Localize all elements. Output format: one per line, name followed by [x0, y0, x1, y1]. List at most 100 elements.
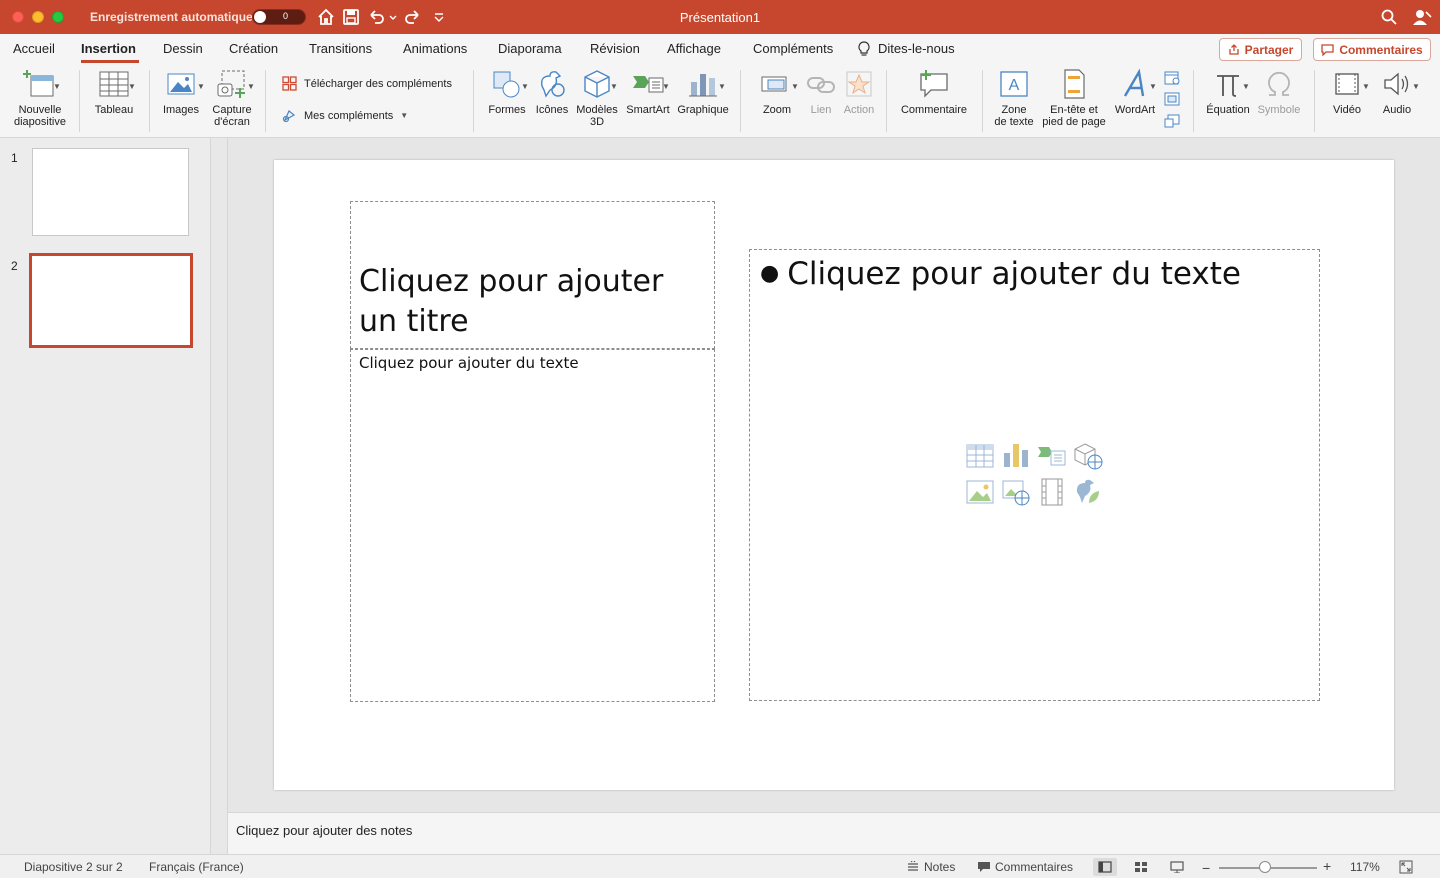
screenshot-button[interactable]: Capture d'écran — [209, 68, 255, 128]
tab-affichage[interactable]: Affichage — [667, 41, 721, 56]
chevron-down-icon[interactable]: ▼ — [718, 82, 726, 91]
status-bar: Diapositive 2 sur 2 Français (France) No… — [0, 854, 1440, 878]
link-button[interactable]: Lien — [804, 68, 838, 116]
tab-insertion[interactable]: Insertion — [81, 41, 136, 56]
account-icon[interactable] — [1411, 8, 1433, 26]
chevron-down-icon[interactable]: ▼ — [662, 82, 670, 91]
new-comment-button[interactable]: Commentaire — [898, 68, 970, 116]
comments-toggle-button[interactable]: Commentaires — [977, 860, 1073, 874]
slide-thumbnail-2[interactable] — [29, 253, 193, 348]
insert-smartart-icon[interactable] — [1037, 441, 1067, 471]
header-footer-label: En-tête et pied de page — [1042, 104, 1106, 128]
chevron-down-icon[interactable]: ▼ — [1412, 82, 1420, 91]
tab-complements[interactable]: Compléments — [753, 41, 833, 56]
symbol-button[interactable]: Symbole — [1254, 68, 1304, 116]
my-addins-button[interactable]: Mes compléments ▼ — [282, 108, 408, 123]
content-insert-icons — [965, 441, 1107, 509]
chevron-down-icon[interactable]: ▼ — [197, 82, 205, 91]
new-slide-button[interactable]: Nouvelle diapositive — [10, 68, 70, 128]
chevron-down-icon[interactable]: ▼ — [610, 82, 618, 91]
close-window-button[interactable] — [12, 11, 24, 23]
panel-splitter[interactable] — [210, 138, 228, 854]
shapes-label: Formes — [488, 104, 526, 116]
tab-diaporama[interactable]: Diaporama — [498, 41, 562, 56]
insert-icons-icon[interactable] — [1073, 477, 1103, 507]
home-icon[interactable] — [317, 8, 335, 26]
zoom-out-button[interactable]: − — [1202, 860, 1210, 876]
chevron-down-icon[interactable]: ▼ — [521, 82, 529, 91]
title-placeholder[interactable]: Cliquez pour ajouter un titre — [350, 201, 715, 349]
chevron-down-icon[interactable]: ▼ — [53, 82, 61, 91]
audio-button[interactable]: Audio — [1376, 68, 1418, 116]
chevron-down-icon[interactable]: ▼ — [1149, 82, 1157, 91]
textbox-icon: A — [1000, 71, 1028, 97]
images-button[interactable]: Images — [158, 68, 204, 116]
share-button[interactable]: Partager — [1219, 38, 1302, 61]
shapes-button[interactable]: Formes — [484, 68, 530, 116]
my-addins-label: Mes compléments — [304, 109, 394, 122]
date-time-icon[interactable] — [1163, 70, 1181, 86]
header-footer-button[interactable]: En-tête et pied de page — [1040, 68, 1108, 128]
chart-button[interactable]: Graphique — [676, 68, 730, 116]
equation-button[interactable]: Équation — [1203, 68, 1253, 116]
tab-dessin[interactable]: Dessin — [163, 41, 203, 56]
insert-video-icon[interactable] — [1037, 477, 1067, 507]
redo-icon[interactable] — [404, 8, 422, 26]
slide-number-icon[interactable] — [1163, 91, 1181, 107]
save-icon[interactable] — [342, 8, 360, 26]
tell-me-search[interactable]: Dites-le-nous — [878, 41, 955, 56]
text-placeholder[interactable]: Cliquez pour ajouter du texte — [350, 349, 715, 702]
chevron-down-icon[interactable]: ▼ — [128, 82, 136, 91]
tab-transitions[interactable]: Transitions — [309, 41, 372, 56]
wordart-icon — [1123, 68, 1145, 97]
language-indicator[interactable]: Français (France) — [149, 860, 244, 874]
table-label: Tableau — [94, 104, 134, 116]
notes-toggle-button[interactable]: Notes — [906, 860, 955, 874]
insert-chart-icon[interactable] — [1001, 441, 1031, 471]
chevron-down-icon[interactable]: ▼ — [1242, 82, 1250, 91]
fit-to-window-icon[interactable] — [1399, 860, 1413, 874]
zoom-button[interactable]: Zoom — [754, 68, 800, 116]
wordart-button[interactable]: WordArt — [1112, 68, 1158, 116]
maximize-window-button[interactable] — [52, 11, 64, 23]
undo-icon[interactable] — [367, 8, 385, 26]
zoom-level[interactable]: 117% — [1350, 860, 1380, 874]
slide-thumbnail-1[interactable] — [32, 148, 189, 236]
comments-button[interactable]: Commentaires — [1313, 38, 1431, 61]
object-icon[interactable] — [1163, 113, 1181, 129]
icons-button[interactable]: Icônes — [532, 68, 572, 116]
undo-dropdown-icon[interactable] — [388, 8, 398, 26]
table-button[interactable]: Tableau — [88, 68, 140, 116]
ribbon-separator — [149, 70, 150, 132]
chevron-down-icon[interactable]: ▼ — [247, 82, 255, 91]
insert-picture-icon[interactable] — [965, 477, 995, 507]
chevron-down-icon[interactable]: ▼ — [1362, 82, 1370, 91]
notes-pane[interactable]: Cliquez pour ajouter des notes — [228, 812, 1440, 854]
action-button[interactable]: Action — [840, 68, 878, 116]
zoom-in-button[interactable]: + — [1323, 858, 1331, 874]
get-addins-button[interactable]: Télécharger des compléments — [282, 76, 452, 91]
chevron-down-icon[interactable]: ▼ — [791, 82, 799, 91]
video-button[interactable]: Vidéo — [1324, 68, 1370, 116]
tab-animations[interactable]: Animations — [403, 41, 467, 56]
autosave-toggle[interactable]: 0 — [252, 9, 306, 25]
tab-creation[interactable]: Création — [229, 41, 278, 56]
minimize-window-button[interactable] — [32, 11, 44, 23]
smartart-button[interactable]: SmartArt — [622, 68, 674, 116]
reading-view-button[interactable] — [1165, 858, 1189, 876]
tab-revision[interactable]: Révision — [590, 41, 640, 56]
slide-sorter-view-button[interactable] — [1129, 858, 1153, 876]
ribbon-separator — [1193, 70, 1194, 132]
insert-table-icon[interactable] — [965, 441, 995, 471]
insert-online-picture-icon[interactable] — [1001, 477, 1031, 507]
normal-view-button[interactable] — [1093, 858, 1117, 876]
customize-toolbar-icon[interactable] — [432, 8, 446, 26]
presenter-view-icon — [1170, 861, 1184, 873]
icons-label: Icônes — [535, 104, 569, 116]
3d-models-button[interactable]: Modèles 3D — [574, 68, 620, 128]
zoom-slider-knob[interactable] — [1259, 861, 1272, 873]
tab-accueil[interactable]: Accueil — [13, 41, 55, 56]
insert-3d-model-icon[interactable] — [1073, 441, 1103, 471]
textbox-button[interactable]: A Zone de texte — [990, 68, 1038, 128]
search-icon[interactable] — [1380, 8, 1398, 26]
